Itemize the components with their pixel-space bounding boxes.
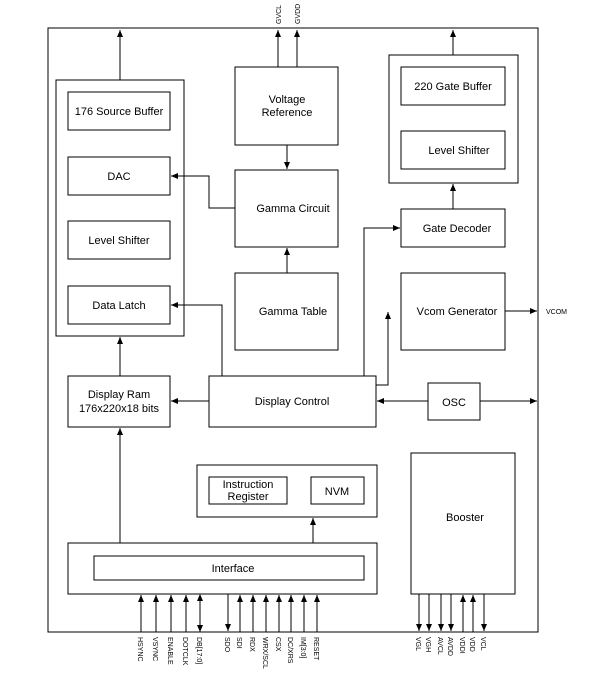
display-control-label: Display Control (255, 396, 330, 408)
pin-reset: RESET (312, 637, 319, 661)
pin-vcom: VCOM (546, 309, 567, 316)
osc-label: OSC (442, 397, 466, 409)
pin-avcl: AVCL (436, 637, 443, 655)
pin-dotclk: DOTCLK (181, 637, 188, 666)
display-ram-label-1: Display Ram (88, 389, 150, 401)
pin-sdi: SDI (235, 637, 242, 649)
pin-hsync: HSYNC (136, 637, 143, 662)
pin-vdd: VDD (468, 637, 475, 652)
pin-wrx-scl: WRX/SCL (261, 637, 268, 669)
instruction-register-label-1: Instruction (223, 479, 274, 491)
pin-sdo: SDO (223, 637, 230, 653)
level-shifter-gate-label: Level Shifter (428, 145, 489, 157)
pin-gvcl: GVCL (276, 5, 283, 24)
vcom-generator-label: Vcom Generator (417, 306, 498, 318)
voltage-reference-label-1: Voltage (269, 94, 306, 106)
pin-vgh: VGH (424, 637, 431, 652)
pin-enable: ENABLE (166, 637, 173, 665)
gate-decoder-label: Gate Decoder (423, 223, 492, 235)
nvm-label: NVM (325, 486, 349, 498)
pin-vddi: VDDI (458, 637, 465, 654)
pin-avdd: AVDD (446, 637, 453, 656)
source-buffer-label: 176 Source Buffer (75, 106, 164, 118)
level-shifter-source-label: Level Shifter (88, 235, 149, 247)
pin-dc-xrs: DC/XRS (286, 637, 293, 664)
pin-vcl: VCL (479, 637, 486, 651)
pin-im-3-0-: IM[3:0] (299, 637, 306, 658)
pin-vgl: VGL (414, 637, 421, 651)
block-diagram: 176 Source Buffer DAC Level Shifter Data… (47, 4, 567, 669)
pin-gvdd: GVDD (295, 4, 302, 24)
pin-vsync: VSYNC (151, 637, 158, 661)
booster-label: Booster (446, 512, 484, 524)
gamma-circuit-label: Gamma Circuit (256, 203, 329, 215)
dac-label: DAC (107, 171, 130, 183)
pin-rdx: RDX (248, 637, 255, 652)
pin-csx: CSX (274, 637, 281, 652)
gamma-table-label: Gamma Table (259, 306, 327, 318)
interface-label: Interface (212, 563, 255, 575)
display-ram-label-2: 176x220x18 bits (79, 403, 160, 415)
display-ram-block (67, 375, 171, 428)
data-latch-label: Data Latch (92, 300, 145, 312)
voltage-reference-block (234, 66, 339, 146)
voltage-reference-label-2: Reference (262, 107, 313, 119)
instruction-register-label-2: Register (228, 491, 269, 503)
gate-buffer-label: 220 Gate Buffer (414, 81, 492, 93)
pin-db-17-0-: DB[17:0] (195, 637, 202, 664)
